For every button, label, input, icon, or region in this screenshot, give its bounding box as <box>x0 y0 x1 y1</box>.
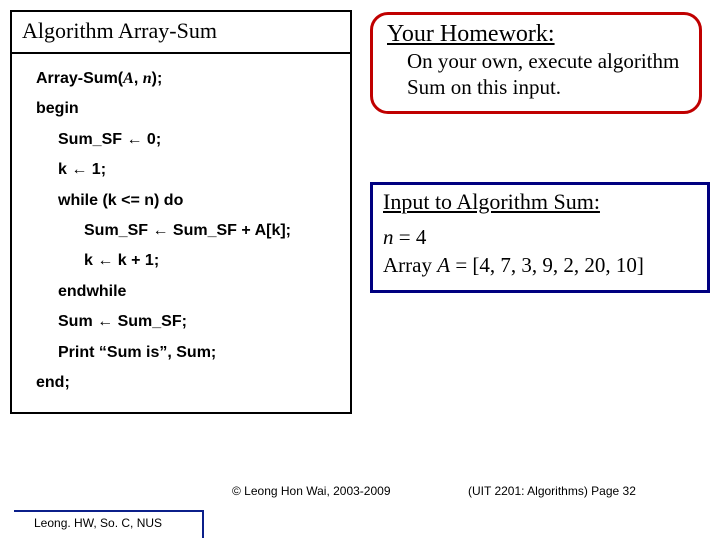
algo-line-3: while (k <= n) do <box>22 186 340 216</box>
sig-post: ); <box>152 70 163 87</box>
algorithm-box: Algorithm Array-Sum Array-Sum(A, n); beg… <box>10 10 352 414</box>
input-body: n = 4 Array A = [4, 7, 3, 9, 2, 20, 10] <box>383 223 697 280</box>
algorithm-body: Array-Sum(A, n); begin Sum_SF ← 0; k ← 1… <box>12 54 350 412</box>
l1a: Sum_SF <box>58 131 126 148</box>
algo-line-7: Sum ← Sum_SF; <box>22 307 340 337</box>
l7a: Sum <box>58 313 97 330</box>
algo-line-5: k ← k + 1; <box>22 246 340 276</box>
algo-line-4: Sum_SF ← Sum_SF + A[k]; <box>22 216 340 246</box>
algo-line-1: Sum_SF ← 0; <box>22 125 340 155</box>
l7arrow: ← <box>97 313 113 330</box>
homework-callout: Your Homework: On your own, execute algo… <box>370 12 702 114</box>
author-box: Leong. HW, So. C, NUS <box>14 510 204 538</box>
homework-body: On your own, execute algorithm Sum on th… <box>387 48 685 101</box>
input-array-line: Array A = [4, 7, 3, 9, 2, 20, 10] <box>383 251 697 279</box>
algo-end: end; <box>22 368 340 398</box>
sig-a: A <box>123 70 134 87</box>
homework-title: Your Homework: <box>387 21 685 48</box>
sig-comma: , <box>134 70 143 87</box>
sig-n: n <box>143 70 152 87</box>
input-arr-val: = [4, 7, 3, 9, 2, 20, 10] <box>450 253 644 277</box>
l5arrow: ← <box>97 252 113 269</box>
algo-begin: begin <box>22 94 340 124</box>
copyright-text: © Leong Hon Wai, 2003-2009 <box>232 484 391 498</box>
page-note: (UIT 2201: Algorithms) Page 32 <box>468 484 636 498</box>
l2arrow: ← <box>71 161 87 178</box>
l4b: Sum_SF + A[k]; <box>168 222 291 239</box>
input-arr-pre: Array <box>383 253 437 277</box>
input-n-val: = 4 <box>394 225 427 249</box>
algo-line-8: Print “Sum is”, Sum; <box>22 338 340 368</box>
l1b: 0; <box>142 131 161 148</box>
l4arrow: ← <box>152 222 168 239</box>
input-arr-var: A <box>437 253 450 277</box>
l5a: k <box>84 252 97 269</box>
input-n-var: n <box>383 225 394 249</box>
input-callout: Input to Algorithm Sum: n = 4 Array A = … <box>370 182 710 293</box>
l2b: 1; <box>87 161 106 178</box>
algo-line-2: k ← 1; <box>22 155 340 185</box>
l2a: k <box>58 161 71 178</box>
input-n-line: n = 4 <box>383 223 697 251</box>
algo-line-6: endwhile <box>22 277 340 307</box>
l1arrow: ← <box>126 131 142 148</box>
algorithm-title: Algorithm Array-Sum <box>12 12 350 54</box>
l7b: Sum_SF; <box>113 313 187 330</box>
input-title: Input to Algorithm Sum: <box>383 189 697 215</box>
algo-signature: Array-Sum(A, n); <box>22 64 340 94</box>
l5b: k + 1; <box>113 252 159 269</box>
sig-pre: Array-Sum( <box>36 70 123 87</box>
l4a: Sum_SF <box>84 222 152 239</box>
